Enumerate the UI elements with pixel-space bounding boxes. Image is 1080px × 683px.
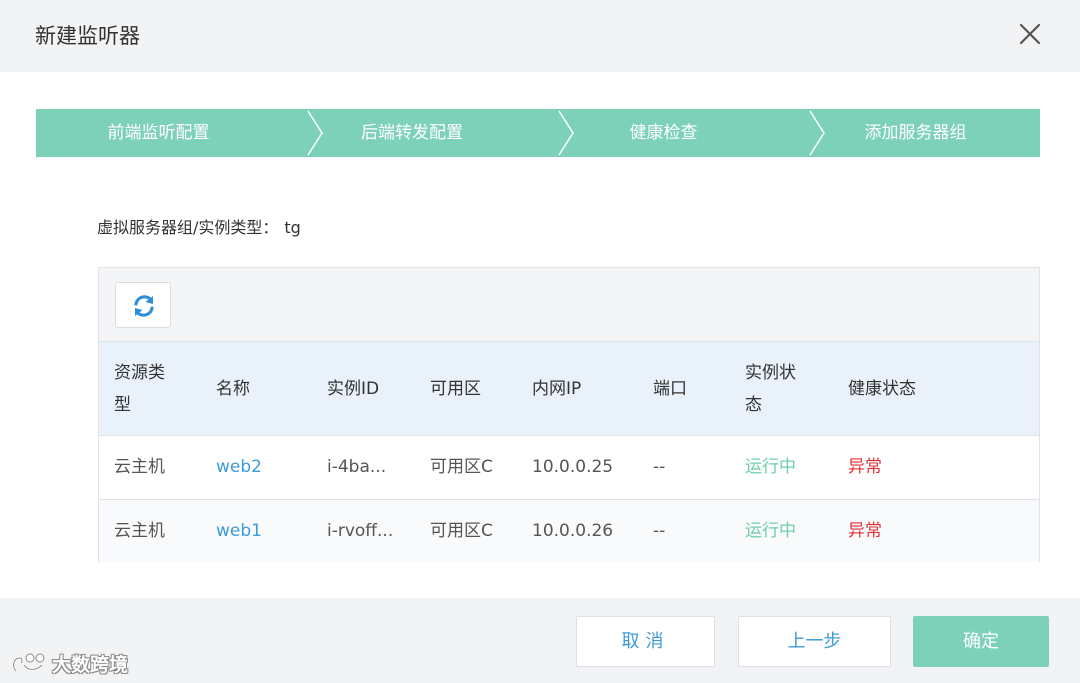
step-add-server-group: 添加服务器组 [864, 123, 967, 143]
table-toolbar [99, 268, 1039, 341]
cell-port: -- [653, 521, 666, 541]
cell-instance-status: 运行中 [745, 457, 796, 477]
watermark: 大数跨境 [10, 648, 128, 678]
refresh-button[interactable] [115, 282, 171, 328]
dialog-title: 新建监听器 [35, 24, 140, 48]
header-instance-id: 实例ID [327, 379, 380, 399]
step-health-check: 健康检查 [629, 123, 698, 143]
cell-instance-id: i-4ba... [327, 457, 387, 477]
cell-instance-id: i-rvoff... [327, 521, 394, 541]
table-row: 云主机 web2 i-4ba... 可用区C 10.0.0.25 -- 运行中 … [99, 435, 1039, 499]
close-icon [1019, 23, 1041, 45]
watermark-text: 大数跨境 [52, 653, 129, 676]
step-backend-forward: 后端转发配置 [361, 123, 463, 143]
cell-zone: 可用区C [430, 521, 493, 541]
close-button[interactable] [1014, 18, 1046, 50]
server-table-panel: 资源类型 名称 实例ID 可用区 内网IP 端口 实例状态 健康状态 云主机 w… [98, 267, 1040, 562]
step-frontend-listener: 前端监听配置 [107, 123, 210, 143]
header-name: 名称 [216, 379, 250, 399]
cell-resource-type: 云主机 [114, 457, 165, 477]
header-zone: 可用区 [430, 379, 481, 399]
refresh-icon [134, 295, 154, 317]
server-group-label: 虚拟服务器组/实例类型： [97, 218, 279, 237]
cell-health-status: 异常 [848, 457, 882, 477]
server-group-info: 虚拟服务器组/实例类型： tg [97, 214, 301, 238]
cell-private-ip: 10.0.0.26 [532, 521, 614, 541]
cell-port: -- [653, 457, 666, 477]
new-listener-dialog: 新建监听器 前端监听配置 后端转发配置 健康检查 添加服务器组 虚拟服务器组/实… [0, 0, 1080, 683]
cell-private-ip: 10.0.0.25 [532, 457, 614, 477]
cell-zone: 可用区C [430, 457, 493, 477]
header-resource-type: 资源类型 [114, 363, 165, 415]
server-group-value: tg [284, 218, 301, 237]
cell-health-status: 异常 [848, 521, 882, 541]
table-header: 资源类型 名称 实例ID 可用区 内网IP 端口 实例状态 健康状态 [99, 341, 1039, 435]
header-private-ip: 内网IP [532, 379, 582, 399]
header-port: 端口 [653, 379, 687, 399]
watermark-logo-icon [12, 653, 45, 673]
cell-name-link[interactable]: web1 [216, 500, 262, 563]
wizard-steps: 前端监听配置 后端转发配置 健康检查 添加服务器组 [36, 109, 1040, 157]
table-row: 云主机 web1 i-rvoff... 可用区C 10.0.0.26 -- 运行… [99, 499, 1039, 562]
header-instance-status: 实例状态 [745, 363, 796, 415]
header-health-status: 健康状态 [848, 379, 916, 399]
cancel-button[interactable]: 取消 [576, 616, 715, 667]
dialog-footer: 取消 上一步 确定 [0, 598, 1080, 683]
cell-resource-type: 云主机 [114, 521, 165, 541]
dialog-header: 新建监听器 [0, 0, 1080, 72]
confirm-button[interactable]: 确定 [913, 616, 1049, 667]
previous-step-button[interactable]: 上一步 [738, 616, 891, 667]
cell-name-link[interactable]: web2 [216, 436, 262, 499]
cell-instance-status: 运行中 [745, 521, 796, 541]
